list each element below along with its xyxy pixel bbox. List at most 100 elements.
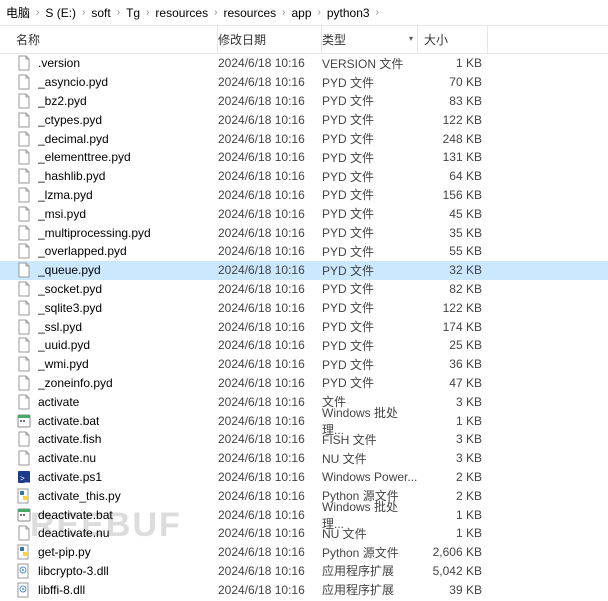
file-ps1-icon: >_ (16, 469, 32, 485)
breadcrumb-item[interactable]: resources (151, 4, 212, 22)
file-size: 70 KB (418, 75, 488, 89)
file-name: _decimal.pyd (38, 132, 109, 146)
breadcrumb-item[interactable]: soft (87, 4, 114, 22)
column-header-row: 名称 修改日期 类型 ▾ 大小 (0, 26, 608, 54)
file-row[interactable]: _socket.pyd2024/6/18 10:16PYD 文件82 KB (0, 280, 608, 299)
file-row[interactable]: _elementtree.pyd2024/6/18 10:16PYD 文件131… (0, 148, 608, 167)
file-blank-icon (16, 375, 32, 391)
file-name: _elementtree.pyd (38, 150, 131, 164)
file-row[interactable]: .version2024/6/18 10:16VERSION 文件1 KB (0, 54, 608, 73)
file-row[interactable]: _queue.pyd2024/6/18 10:16PYD 文件32 KB (0, 261, 608, 280)
file-blank-icon (16, 187, 32, 203)
file-size: 122 KB (418, 113, 488, 127)
file-row[interactable]: _ctypes.pyd2024/6/18 10:16PYD 文件122 KB (0, 110, 608, 129)
file-row[interactable]: deactivate.nu2024/6/18 10:16NU 文件1 KB (0, 524, 608, 543)
column-header-name[interactable]: 名称 (0, 25, 218, 54)
file-row[interactable]: _decimal.pyd2024/6/18 10:16PYD 文件248 KB (0, 129, 608, 148)
file-bat-icon (16, 507, 32, 523)
file-name: activate.ps1 (38, 470, 102, 484)
file-row[interactable]: >_activate.ps12024/6/18 10:16Windows Pow… (0, 468, 608, 487)
file-row[interactable]: _bz2.pyd2024/6/18 10:16PYD 文件83 KB (0, 92, 608, 111)
file-blank-icon (16, 93, 32, 109)
file-row[interactable]: _ssl.pyd2024/6/18 10:16PYD 文件174 KB (0, 317, 608, 336)
file-name: activate.fish (38, 432, 101, 446)
file-row[interactable]: libcrypto-3.dll2024/6/18 10:16应用程序扩展5,04… (0, 562, 608, 581)
file-py-icon (16, 488, 32, 504)
file-row[interactable]: activate.nu2024/6/18 10:16NU 文件3 KB (0, 449, 608, 468)
file-blank-icon (16, 225, 32, 241)
file-name: _overlapped.pyd (38, 244, 127, 258)
file-blank-icon (16, 243, 32, 259)
file-row[interactable]: _asyncio.pyd2024/6/18 10:16PYD 文件70 KB (0, 73, 608, 92)
file-row[interactable]: _sqlite3.pyd2024/6/18 10:16PYD 文件122 KB (0, 298, 608, 317)
svg-text:>_: >_ (20, 474, 30, 483)
file-date: 2024/6/18 10:16 (218, 583, 322, 597)
column-header-type[interactable]: 类型 ▾ (322, 25, 418, 54)
file-row[interactable]: _uuid.pyd2024/6/18 10:16PYD 文件25 KB (0, 336, 608, 355)
file-type: 应用程序扩展 (322, 581, 418, 598)
file-row[interactable]: _overlapped.pyd2024/6/18 10:16PYD 文件55 K… (0, 242, 608, 261)
file-row[interactable]: activate.fish2024/6/18 10:16FISH 文件3 KB (0, 430, 608, 449)
file-name: activate.bat (38, 414, 99, 428)
breadcrumb-item[interactable]: Tg (122, 4, 144, 22)
file-row[interactable]: activate2024/6/18 10:16文件3 KB (0, 392, 608, 411)
file-size: 2 KB (418, 489, 488, 503)
file-row[interactable]: _hashlib.pyd2024/6/18 10:16PYD 文件64 KB (0, 167, 608, 186)
file-row[interactable]: _lzma.pyd2024/6/18 10:16PYD 文件156 KB (0, 186, 608, 205)
file-size: 83 KB (418, 94, 488, 108)
file-size: 5,042 KB (418, 564, 488, 578)
file-date: 2024/6/18 10:16 (218, 357, 322, 371)
file-date: 2024/6/18 10:16 (218, 188, 322, 202)
file-blank-icon (16, 74, 32, 90)
file-py-icon (16, 544, 32, 560)
breadcrumb-item[interactable]: 电脑 (2, 2, 34, 23)
file-blank-icon (16, 206, 32, 222)
file-date: 2024/6/18 10:16 (218, 301, 322, 315)
file-name: deactivate.bat (38, 508, 113, 522)
file-size: 3 KB (418, 432, 488, 446)
breadcrumb-item[interactable]: S (E:) (41, 4, 80, 22)
file-row[interactable]: get-pip.py2024/6/18 10:16Python 源文件2,606… (0, 543, 608, 562)
file-type: NU 文件 (322, 450, 418, 467)
file-name: _ssl.pyd (38, 320, 82, 334)
file-date: 2024/6/18 10:16 (218, 113, 322, 127)
file-date: 2024/6/18 10:16 (218, 489, 322, 503)
breadcrumb-item[interactable]: python3 (323, 4, 374, 22)
file-row[interactable]: _zoneinfo.pyd2024/6/18 10:16PYD 文件47 KB (0, 374, 608, 393)
column-header-size[interactable]: 大小 (418, 25, 488, 54)
file-row[interactable]: activate_this.py2024/6/18 10:16Python 源文… (0, 486, 608, 505)
file-date: 2024/6/18 10:16 (218, 545, 322, 559)
file-date: 2024/6/18 10:16 (218, 508, 322, 522)
file-date: 2024/6/18 10:16 (218, 395, 322, 409)
file-date: 2024/6/18 10:16 (218, 75, 322, 89)
file-row[interactable]: deactivate.bat2024/6/18 10:16Windows 批处理… (0, 505, 608, 524)
column-header-date[interactable]: 修改日期 (218, 25, 322, 54)
file-row[interactable]: _msi.pyd2024/6/18 10:16PYD 文件45 KB (0, 204, 608, 223)
file-name: _lzma.pyd (38, 188, 93, 202)
file-type: PYD 文件 (322, 92, 418, 109)
file-size: 1 KB (418, 526, 488, 540)
file-list: .version2024/6/18 10:16VERSION 文件1 KB_as… (0, 54, 608, 599)
file-date: 2024/6/18 10:16 (218, 451, 322, 465)
breadcrumb-item[interactable]: resources (219, 4, 280, 22)
file-type: NU 文件 (322, 525, 418, 542)
file-date: 2024/6/18 10:16 (218, 282, 322, 296)
file-date: 2024/6/18 10:16 (218, 169, 322, 183)
file-row[interactable]: _wmi.pyd2024/6/18 10:16PYD 文件36 KB (0, 355, 608, 374)
file-size: 39 KB (418, 583, 488, 597)
file-name: _wmi.pyd (38, 357, 89, 371)
file-type: Python 源文件 (322, 544, 418, 561)
file-size: 45 KB (418, 207, 488, 221)
file-date: 2024/6/18 10:16 (218, 150, 322, 164)
file-date: 2024/6/18 10:16 (218, 56, 322, 70)
file-row[interactable]: activate.bat2024/6/18 10:16Windows 批处理..… (0, 411, 608, 430)
file-type: FISH 文件 (322, 431, 418, 448)
file-row[interactable]: _multiprocessing.pyd2024/6/18 10:16PYD 文… (0, 223, 608, 242)
chevron-right-icon: › (280, 7, 287, 18)
file-row[interactable]: libffi-8.dll2024/6/18 10:16应用程序扩展39 KB (0, 580, 608, 599)
file-size: 156 KB (418, 188, 488, 202)
file-name: libcrypto-3.dll (38, 564, 109, 578)
file-blank-icon (16, 262, 32, 278)
breadcrumb-item[interactable]: app (287, 4, 315, 22)
file-dll-icon (16, 563, 32, 579)
